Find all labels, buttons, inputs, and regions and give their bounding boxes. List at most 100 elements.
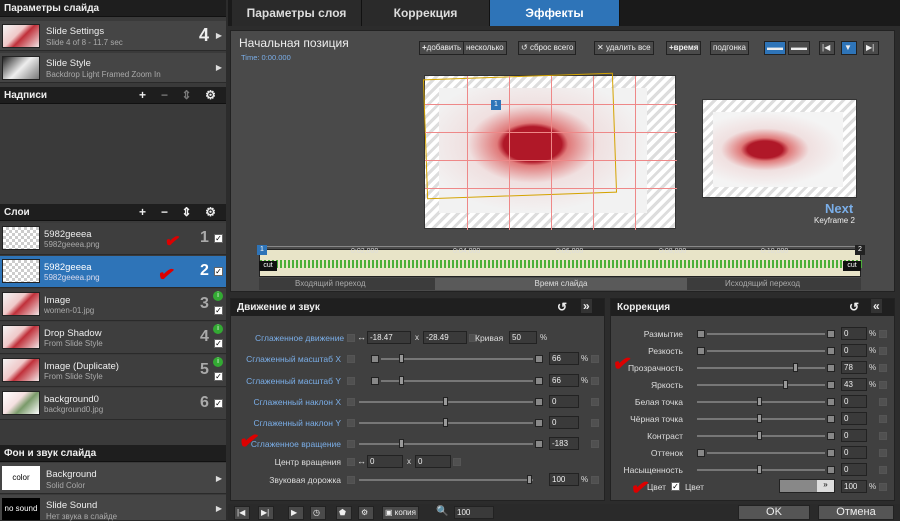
pan-y-knob[interactable] bbox=[443, 418, 448, 427]
pin-icon[interactable] bbox=[879, 330, 887, 338]
cancel-button[interactable]: Отмена bbox=[818, 505, 894, 520]
layer-visible-checkbox[interactable]: ✓ bbox=[214, 267, 223, 276]
gear-icon[interactable]: ⚙ bbox=[202, 88, 219, 102]
add-caption-button[interactable]: + bbox=[134, 88, 151, 102]
pin-icon[interactable] bbox=[453, 458, 461, 466]
reorder-caption-button[interactable]: ⇕ bbox=[178, 88, 195, 102]
info-icon[interactable]: i bbox=[213, 291, 223, 301]
delete-all-button[interactable]: ✕ удалить все bbox=[594, 41, 654, 55]
slider-min[interactable] bbox=[371, 377, 379, 385]
opacity-track[interactable] bbox=[697, 367, 825, 369]
rotation-knob[interactable] bbox=[399, 439, 404, 448]
layer-visible-checkbox[interactable]: ✓ bbox=[214, 372, 223, 381]
layer-visible-checkbox[interactable]: ✓ bbox=[214, 399, 223, 408]
sharpness-track[interactable] bbox=[707, 350, 825, 352]
last-slide-icon[interactable]: ▶| bbox=[258, 506, 274, 520]
time-button[interactable]: +время bbox=[666, 41, 702, 55]
keyframe2-marker[interactable]: 2 bbox=[855, 245, 865, 255]
rotation-input[interactable]: -183 bbox=[549, 437, 579, 450]
layer-row[interactable]: Drop Shadow From Slide Style 4 i ✓ bbox=[0, 322, 226, 354]
gear-icon[interactable]: ⚙ bbox=[202, 205, 219, 219]
prev-keyframe-icon[interactable]: |◀ bbox=[819, 41, 835, 55]
blur-track[interactable] bbox=[707, 333, 825, 335]
scale-x-input[interactable]: 66 bbox=[549, 352, 579, 365]
reorder-layer-button[interactable]: ⇕ bbox=[178, 205, 195, 219]
slider-max[interactable] bbox=[535, 355, 543, 363]
white-point-knob[interactable] bbox=[757, 397, 762, 406]
info-icon[interactable]: i bbox=[213, 357, 223, 367]
pin-icon[interactable] bbox=[347, 334, 355, 342]
arrow-right-icon[interactable]: ▶ bbox=[216, 31, 222, 40]
pin-icon[interactable] bbox=[591, 355, 599, 363]
layer-visible-checkbox[interactable]: ✓ bbox=[214, 306, 223, 315]
fit-button[interactable]: подгонка bbox=[710, 41, 750, 55]
undo-icon[interactable]: ↺ bbox=[849, 300, 859, 314]
arrow-right-icon[interactable]: ▶ bbox=[216, 63, 222, 72]
saturation-input[interactable]: 0 bbox=[841, 463, 867, 476]
move-icon[interactable]: ↔ bbox=[357, 332, 366, 342]
cut-marker[interactable]: cut bbox=[259, 261, 277, 271]
scale-x-knob[interactable] bbox=[399, 354, 404, 363]
curve-input[interactable]: 50 bbox=[509, 331, 537, 344]
pin-icon[interactable] bbox=[347, 355, 355, 363]
scale-y-input[interactable]: 66 bbox=[549, 374, 579, 387]
background-row[interactable]: color Background Solid Color ▶ bbox=[0, 463, 226, 494]
brightness-track[interactable] bbox=[697, 384, 825, 386]
sharpness-input[interactable]: 0 bbox=[841, 344, 867, 357]
pin-icon[interactable] bbox=[591, 440, 599, 448]
slider-min[interactable] bbox=[697, 330, 705, 338]
opacity-input[interactable]: 78 bbox=[841, 361, 867, 374]
rotation-track[interactable] bbox=[359, 443, 533, 445]
saturation-knob[interactable] bbox=[757, 465, 762, 474]
arrow-right-icon[interactable]: ▶ bbox=[216, 504, 222, 513]
pin-icon[interactable] bbox=[879, 466, 887, 474]
pin-icon[interactable] bbox=[879, 398, 887, 406]
scale-y-label[interactable]: Сглаженный масштаб Y bbox=[239, 376, 341, 386]
pin-icon[interactable] bbox=[347, 440, 355, 448]
slider-max[interactable] bbox=[535, 377, 543, 385]
single-view-icon[interactable]: ▬▬ bbox=[764, 41, 786, 55]
cut-marker[interactable]: cut bbox=[843, 261, 861, 271]
remove-layer-button[interactable]: − bbox=[156, 205, 173, 219]
layer-visible-checkbox[interactable]: ✓ bbox=[214, 234, 223, 243]
layer-bounding-box[interactable] bbox=[422, 72, 618, 200]
play-icon[interactable]: ▶ bbox=[288, 506, 304, 520]
pan-x-label[interactable]: Сглаженный наклон X bbox=[239, 397, 341, 407]
slider-max[interactable] bbox=[827, 449, 835, 457]
ok-button[interactable]: OK bbox=[738, 505, 810, 520]
sound-row[interactable]: no sound Slide Sound Нет звука в слайде … bbox=[0, 495, 226, 521]
slide-style-row[interactable]: Slide Style Backdrop Light Framed Zoom I… bbox=[0, 53, 226, 83]
motion-y-input[interactable]: -28.49 bbox=[423, 331, 467, 344]
pin-icon[interactable] bbox=[347, 476, 355, 484]
first-slide-icon[interactable]: |◀ bbox=[234, 506, 250, 520]
layer-row[interactable]: Image women-01.jpg 3 i ✓ bbox=[0, 289, 226, 321]
layer-row[interactable]: 5982geeea 5982geeea.png 1 ✓ ✔ bbox=[0, 223, 226, 255]
add-keyframe-button[interactable]: +добавить bbox=[419, 41, 465, 55]
tab-layer-settings[interactable]: Параметры слоя bbox=[232, 0, 362, 26]
slider-max[interactable] bbox=[827, 347, 835, 355]
slider-max[interactable] bbox=[535, 419, 543, 427]
pin-icon[interactable] bbox=[879, 415, 887, 423]
smooth-motion-label[interactable]: Сглаженное движение bbox=[255, 333, 344, 343]
keyframe-marker-icon[interactable]: ▼ bbox=[841, 41, 857, 55]
slider-max[interactable] bbox=[827, 330, 835, 338]
slider-max[interactable] bbox=[827, 398, 835, 406]
contrast-input[interactable]: 0 bbox=[841, 429, 867, 442]
layer-row[interactable]: Image (Duplicate) From Slide Style 5 i ✓ bbox=[0, 355, 226, 387]
pin-icon[interactable] bbox=[879, 347, 887, 355]
next-label[interactable]: Next bbox=[825, 201, 853, 216]
clock-icon[interactable]: ◷ bbox=[310, 506, 326, 520]
copy-button[interactable]: ▣ копия bbox=[382, 506, 419, 520]
keyframe-pin-icon[interactable]: 1 bbox=[491, 100, 501, 110]
tab-effects[interactable]: Эффекты bbox=[490, 0, 620, 26]
slider-min[interactable] bbox=[697, 449, 705, 457]
pin-icon[interactable] bbox=[591, 377, 599, 385]
blur-input[interactable]: 0 bbox=[841, 327, 867, 340]
motion-x-input[interactable]: -18.47 bbox=[367, 331, 411, 344]
center-y-input[interactable]: 0 bbox=[415, 455, 451, 468]
white-point-input[interactable]: 0 bbox=[841, 395, 867, 408]
info-icon[interactable]: i bbox=[213, 324, 223, 334]
start-preview[interactable]: 1 bbox=[422, 72, 677, 230]
pin-icon[interactable] bbox=[879, 483, 887, 491]
pin-icon[interactable] bbox=[879, 449, 887, 457]
